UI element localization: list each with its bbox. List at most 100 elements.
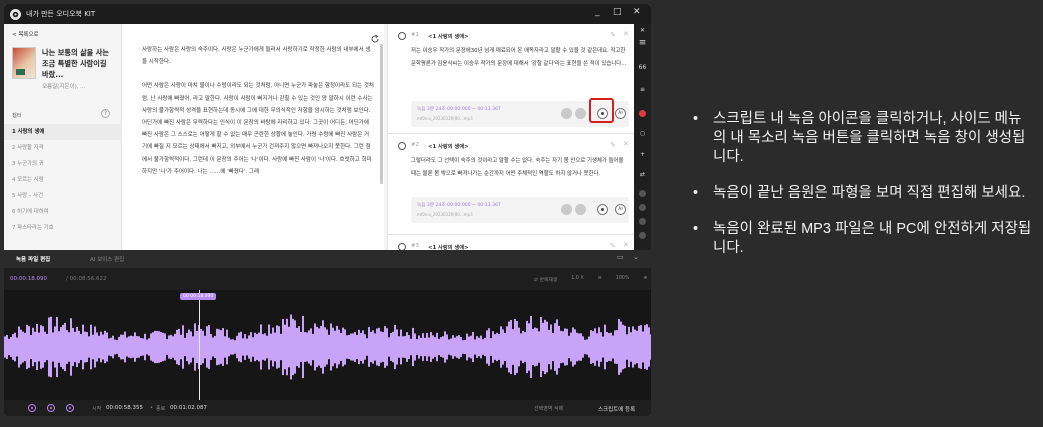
menu-icon[interactable]: ≡ <box>638 38 647 48</box>
waveform-bar <box>430 332 432 362</box>
waveform-bar <box>624 325 626 369</box>
close-icon[interactable]: ✕ <box>623 140 629 148</box>
waveform-bar <box>344 329 346 365</box>
waveform-bar <box>250 332 252 362</box>
waveform-bar <box>408 335 410 359</box>
waveform-bar <box>280 333 282 361</box>
play-recording-icon[interactable] <box>561 108 572 119</box>
waveform-bar <box>236 335 238 359</box>
waveform-bar <box>290 314 292 380</box>
toc-item[interactable]: 5 사랑 – 사건 <box>4 188 122 204</box>
help-icon[interactable]: ? <box>101 109 110 118</box>
waveform-bar <box>434 337 436 357</box>
play-recording-icon[interactable] <box>561 204 572 215</box>
refresh-icon[interactable] <box>370 34 380 44</box>
back-to-list-link[interactable]: < 목록으로 <box>12 30 39 38</box>
list-icon[interactable]: ≡ <box>638 86 647 93</box>
waveform-bar <box>238 332 240 362</box>
select-radio[interactable] <box>398 32 406 40</box>
waveform-bar <box>354 332 356 362</box>
zoom-out-icon[interactable]: ⊖ <box>598 276 602 283</box>
play-button[interactable] <box>47 404 55 412</box>
waveform-bar <box>328 334 330 360</box>
speed-select[interactable]: 1.0 X <box>571 276 583 283</box>
waveform-area[interactable]: 00:00:18.090 <box>4 290 651 400</box>
delete-selection-button[interactable]: 선택영역 삭제 <box>534 405 563 412</box>
waveform-bar <box>444 331 446 363</box>
waveform-bar <box>556 319 558 375</box>
toc-item[interactable]: 1 사랑의 생애 <box>4 124 122 140</box>
tool-icon[interactable] <box>639 204 646 211</box>
toc-item[interactable]: 2 사랑할 자격 <box>4 140 122 156</box>
waveform-bar <box>228 337 230 357</box>
register-to-script-button[interactable]: 스크립트에 등록 <box>598 405 635 413</box>
waveform-bar <box>82 324 84 370</box>
record-icon[interactable] <box>597 204 608 215</box>
shuffle-icon[interactable]: ⇄ <box>638 171 647 178</box>
minimize-button[interactable]: _ <box>595 7 600 17</box>
maximize-button[interactable]: □ <box>613 7 622 17</box>
rewind-button[interactable] <box>28 404 36 412</box>
circle-icon[interactable]: ○ <box>638 130 647 137</box>
waveform-bar <box>648 327 650 367</box>
waveform-bar <box>446 334 448 360</box>
waveform-bar <box>498 334 500 360</box>
close-icon[interactable]: ✕ <box>623 241 629 249</box>
close-panel-icon[interactable]: ✕ <box>638 27 647 34</box>
tool-icon[interactable] <box>639 190 646 197</box>
plus-icon[interactable]: + <box>638 151 647 158</box>
waveform-bar <box>330 323 332 371</box>
waveform-bar <box>68 332 70 362</box>
toc-item[interactable]: 3 누군가의 귀 <box>4 156 122 172</box>
delete-recording-icon[interactable] <box>575 204 586 215</box>
pip-icon[interactable]: ▭ <box>617 253 624 261</box>
memo-card[interactable]: #2 <1 사랑의 생애> ✎ ✕ 그렇더라도 그 선택이 숙주의 것이라고 말… <box>388 134 635 235</box>
zoom-level: 100% <box>615 276 630 281</box>
script-editor[interactable]: 사랑하는 사람은 사랑의 숙주이다. 사랑은 누군가에게 들러서 사랑하기로 작… <box>122 24 384 250</box>
time-row: 00:00:18.090 / 00:08:56.622 ⇄ 반복재생 1.0 X… <box>4 276 651 286</box>
waveform-bar <box>322 320 324 374</box>
pencil-icon[interactable]: ✎ <box>610 242 616 250</box>
delete-recording-icon[interactable] <box>575 108 586 119</box>
waveform-bar <box>628 326 630 368</box>
waveform-bar <box>450 338 452 356</box>
pencil-icon[interactable]: ✎ <box>610 141 616 149</box>
toc-item[interactable]: 7 파스타라는 기호 <box>4 220 122 236</box>
selection-separator: • <box>150 405 153 411</box>
waveform-bar <box>116 340 118 354</box>
toc-item[interactable]: 6 허기에 대하여 <box>4 204 122 220</box>
voice-record-icon[interactable] <box>639 110 646 117</box>
script-paragraph: 어떤 사람은 사랑이 마치 물이나 수렁이라도 되는 것처럼, 아니면 누군가 … <box>142 83 374 175</box>
editor-scrollbar[interactable] <box>380 44 383 184</box>
select-radio[interactable] <box>398 142 406 150</box>
waveform-bar <box>284 324 286 370</box>
waveform[interactable] <box>4 307 651 387</box>
repeat-toggle[interactable]: ⇄ 반복재생 <box>534 276 557 283</box>
zoom-in-icon[interactable]: ⊕ <box>643 276 647 283</box>
waveform-bar <box>548 329 550 365</box>
waveform-bar <box>560 330 562 364</box>
ai-voice-button[interactable]: AI <box>615 204 626 215</box>
waveform-bar <box>18 326 20 368</box>
waveform-bar <box>616 330 618 364</box>
tab-ai-voice-edit[interactable]: AI 보이스 편집 <box>90 255 124 263</box>
playhead[interactable] <box>199 290 200 400</box>
chevron-down-icon[interactable]: ⌄ <box>633 253 639 261</box>
tool-icon[interactable] <box>639 232 646 239</box>
waveform-bar <box>622 324 624 370</box>
waveform-bar <box>592 331 594 363</box>
close-icon[interactable]: ✕ <box>623 30 629 38</box>
ai-voice-button[interactable]: AI <box>615 108 626 119</box>
tab-recording-edit[interactable]: 녹음 파일 편집 <box>16 255 50 263</box>
waveform-bar <box>472 332 474 362</box>
toc-item[interactable]: 4 모르는 사람 <box>4 172 122 188</box>
waveform-bar <box>314 323 316 371</box>
stop-button[interactable] <box>66 404 74 412</box>
close-window-button[interactable]: ✕ <box>633 7 641 17</box>
waveform-bar <box>28 326 30 368</box>
tool-icon[interactable] <box>639 218 646 225</box>
quote-icon[interactable]: 66 <box>638 64 647 71</box>
waveform-bar <box>252 337 254 357</box>
waveform-bar <box>206 326 208 368</box>
pencil-icon[interactable]: ✎ <box>610 31 616 39</box>
